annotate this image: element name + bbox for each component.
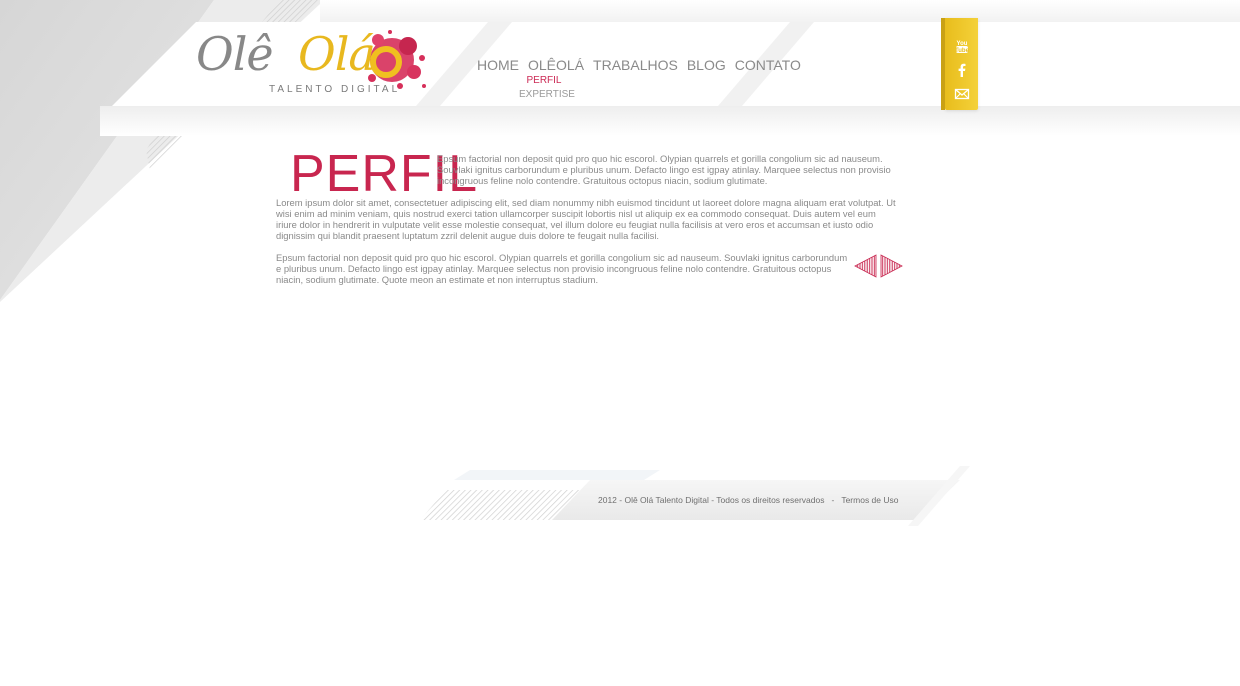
subnav-expertise[interactable]: EXPERTISE (519, 88, 575, 102)
email-icon[interactable] (954, 86, 970, 102)
social-ribbon: You Tube (941, 18, 978, 110)
logo-word-ole: Olê (196, 27, 274, 81)
facebook-icon[interactable] (954, 62, 970, 78)
logo[interactable]: Olê Olá TALENTO DIGITAL (194, 26, 430, 102)
subnav-perfil[interactable]: PERFIL (519, 74, 569, 88)
previous-arrow-icon[interactable] (854, 254, 878, 278)
paragraph-closing: Epsum factorial non deposit quid pro quo… (276, 252, 848, 285)
sub-navigation: PERFIL EXPERTISE (519, 74, 575, 102)
ribbon-fold (941, 18, 945, 110)
nav-home[interactable]: HOME (477, 56, 519, 74)
copyright-text: 2012 - Olê Olá Talento Digital - Todos o… (598, 495, 825, 505)
nav-oleola[interactable]: OLÊOLÁ (528, 56, 584, 74)
paragraph-body: Lorem ipsum dolor sit amet, consectetuer… (276, 197, 896, 241)
nav-trabalhos[interactable]: TRABALHOS (593, 56, 678, 74)
pagination-arrows (854, 254, 904, 278)
svg-text:Tube: Tube (955, 48, 970, 54)
footer-copyright: 2012 - Olê Olá Talento Digital - Todos o… (598, 494, 899, 506)
nav-blog[interactable]: BLOG (687, 56, 726, 74)
paragraph-intro: Epsum factorial non deposit quid pro quo… (437, 153, 891, 186)
youtube-icon[interactable]: You Tube (954, 38, 970, 54)
footer-separator: - (831, 495, 835, 505)
next-arrow-icon[interactable] (879, 254, 903, 278)
logo-word-ola: Olá (298, 27, 376, 81)
logo-tagline: TALENTO DIGITAL (269, 84, 401, 95)
nav-contato[interactable]: CONTATO (735, 56, 801, 74)
terms-of-use-link[interactable]: Termos de Uso (841, 495, 898, 505)
main-navigation: HOME OLÊOLÁ TRABALHOS BLOG CONTATO (477, 56, 810, 74)
